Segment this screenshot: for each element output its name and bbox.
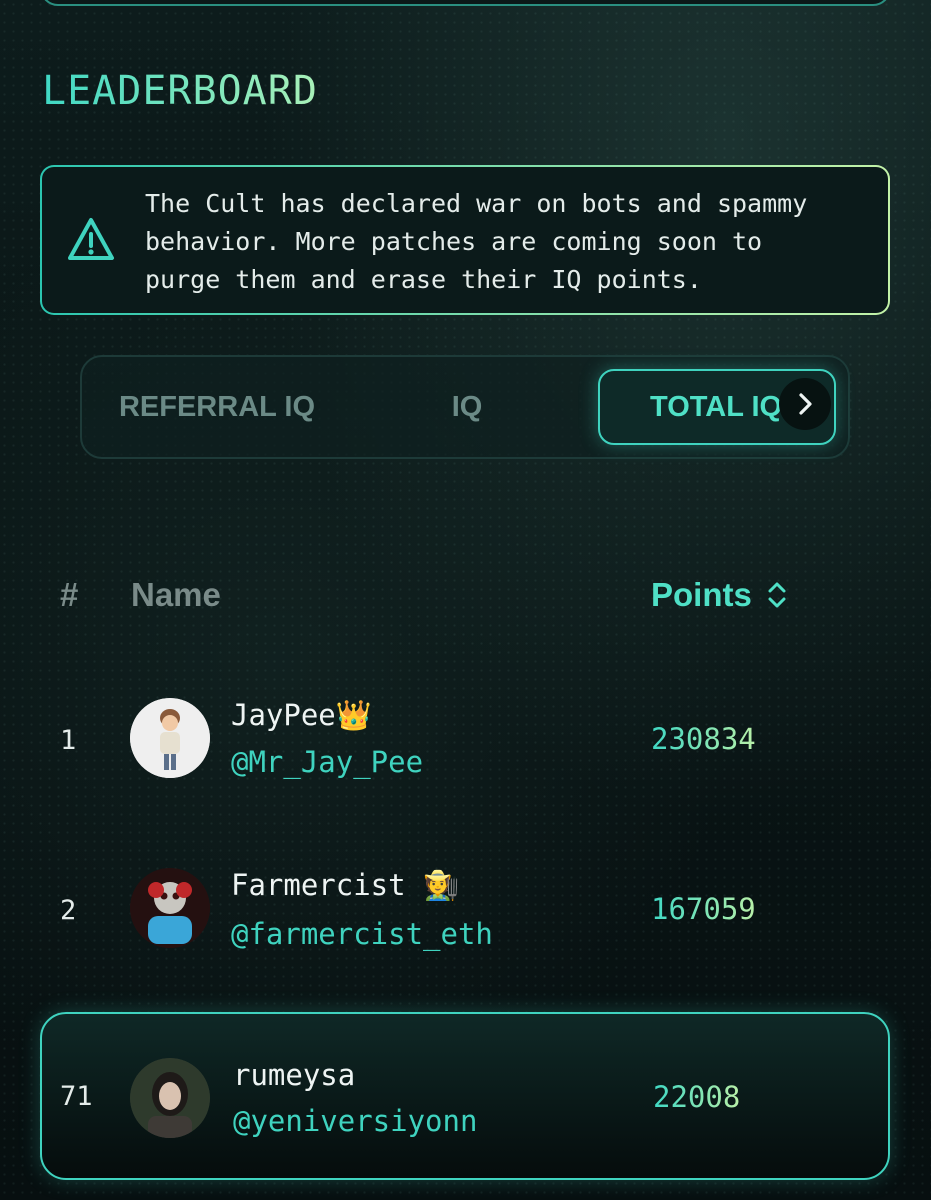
column-header-name: Name (131, 576, 221, 613)
page-title: LEADERBOARD (42, 68, 318, 114)
row-points: 230834 (651, 722, 756, 756)
avatar (130, 698, 210, 778)
row-handle[interactable]: @farmercist_eth (231, 917, 493, 951)
row-points: 22008 (653, 1080, 741, 1114)
avatar (130, 1058, 210, 1138)
row-display-name: JayPee👑 (231, 698, 372, 732)
tabs-scroll-right-button[interactable] (779, 378, 831, 430)
table-row[interactable]: 1 JayPee👑 @Mr_Jay_Pee 230834 (40, 665, 890, 815)
notice-text: The Cult has declared war on bots and sp… (145, 189, 808, 294)
chevron-right-icon (799, 393, 812, 415)
tab-referral-iq[interactable]: REFERRAL IQ (92, 357, 342, 457)
row-rank: 2 (60, 894, 77, 926)
warning-icon (68, 218, 114, 260)
row-handle[interactable]: @Mr_Jay_Pee (231, 745, 423, 779)
avatar (130, 868, 210, 948)
leaderboard-tabs: REFERRAL IQ IQ TOTAL IQ (80, 355, 850, 459)
row-rank: 71 (60, 1080, 93, 1112)
row-rank: 1 (60, 724, 77, 756)
row-display-name: rumeysa (233, 1058, 356, 1092)
top-panel-edge (40, 0, 891, 6)
table-row[interactable]: 2 Farmercist 🧑‍🌾 @farmercist_eth 167059 (40, 835, 890, 985)
points-header-label: Points (651, 576, 752, 613)
row-points: 167059 (651, 892, 756, 926)
tab-iq[interactable]: IQ (342, 357, 592, 457)
column-header-points[interactable]: Points (651, 576, 788, 614)
warning-notice: The Cult has declared war on bots and sp… (40, 165, 890, 315)
row-display-name: Farmercist 🧑‍🌾 (231, 868, 460, 902)
sort-icon[interactable] (766, 580, 788, 610)
row-handle[interactable]: @yeniversiyonn (233, 1104, 477, 1138)
current-user-row[interactable]: 71 rumeysa @yeniversiyonn 22008 (40, 1012, 890, 1180)
column-header-rank: # (60, 576, 79, 613)
